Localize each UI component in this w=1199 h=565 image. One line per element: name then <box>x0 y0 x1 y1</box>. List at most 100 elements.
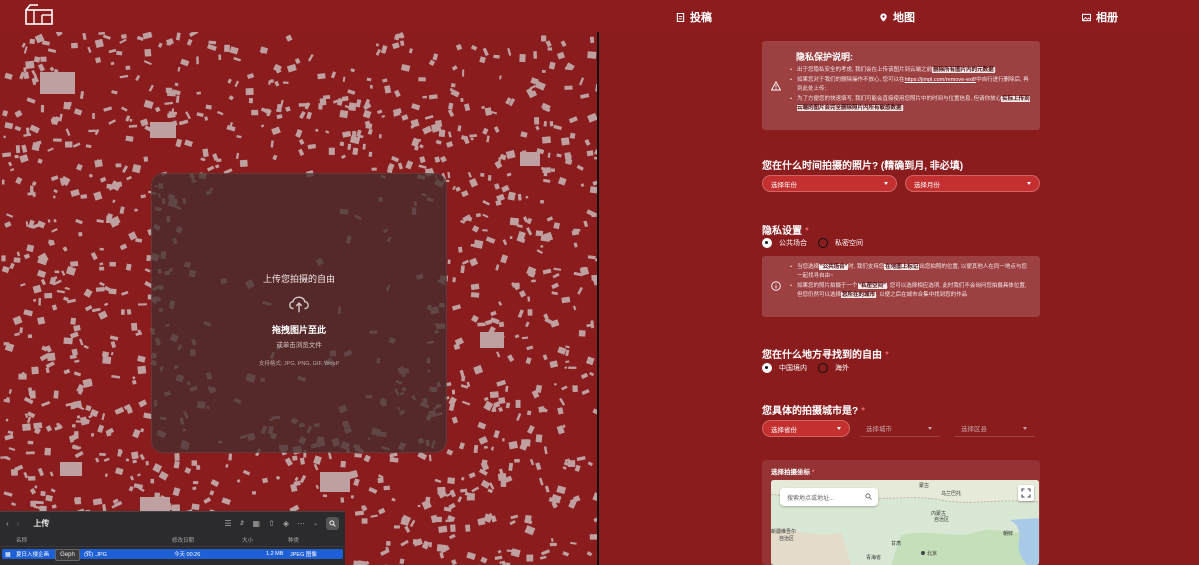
upload-pane: 上传您拍摄的自由 拖拽图片至此 或单击浏览文件 支持格式: JPG, PNG, … <box>0 32 597 565</box>
privacy-notice: 隐私保护说明: 出于您隐私安全的考虑, 我们会在上传该图片到云端之前删除所有图片… <box>762 41 1040 130</box>
nav-album-link[interactable]: 相册 <box>1082 9 1118 25</box>
column-name[interactable]: 名称 <box>16 536 27 544</box>
map-place-label: 甘肃 <box>891 541 902 547</box>
location-question-label: 您在什么地方寻找到的自由 * <box>762 350 889 361</box>
map-place-label: 自治区 <box>779 536 795 542</box>
privacy-list: 出于您隐私安全的考虑, 我们会在上传该图片到云端之前删除所有图片内的元数据; 如… <box>790 66 1032 114</box>
cloud-upload-icon <box>289 296 309 313</box>
grid-view-icon[interactable]: ▦ <box>253 519 261 528</box>
map-place-label: 新疆维吾尔 <box>771 529 797 535</box>
month-select[interactable]: 选择月份 <box>905 175 1040 192</box>
chevron-down-icon <box>928 427 932 430</box>
finder-toolbar: ‹ › 上传 ☰ ⇵ ▦ ⇧ ◈ ⋯ ⌄ <box>0 512 345 534</box>
radio-private[interactable]: 私密空间 <box>818 238 863 248</box>
radio-overseas[interactable]: 海外 <box>818 363 849 373</box>
fullscreen-button[interactable] <box>1018 485 1034 501</box>
share-icon[interactable]: ⇧ <box>268 519 275 528</box>
supported-formats-text: 支持格式: JPG, PNG, GIF, WebP <box>258 361 340 367</box>
search-icon[interactable] <box>326 516 339 530</box>
finder-column-header: 名称 修改日期 大小 种类 <box>0 534 345 547</box>
privacy-item: 为了方便您的快速填写, 我们可能会直接使用您照片中的时间与位置信息, 但请你放心… <box>790 95 1032 113</box>
year-select[interactable]: 选择年份 <box>762 175 897 192</box>
city-select-value: 选择城市 <box>866 426 892 433</box>
time-question-label: 您在什么时间拍摄的照片? (精确到月, 非必填) <box>762 161 964 172</box>
city-question-label: 您具体的拍摄城市是? * <box>762 406 866 417</box>
drag-tooltip: Geph <box>55 549 80 561</box>
privacy-setting-notice: 当您选择"公共场合"时, 我们支持您在地图上标记出您拍照的位置, 以便其他人在同… <box>762 256 1040 317</box>
radio-domestic[interactable]: 中国境内 <box>762 363 807 373</box>
nav-map-link[interactable]: 地图 <box>879 9 915 25</box>
radio-public[interactable]: 公共场合 <box>762 238 807 248</box>
radio-dot <box>818 363 828 373</box>
back-arrow-icon[interactable]: ‹ <box>6 519 9 528</box>
remove-exif-link[interactable]: https://jimpl.com/remove-exif/ <box>905 77 977 83</box>
column-modified[interactable]: 修改日期 <box>172 536 194 544</box>
radio-private-label: 私密空间 <box>835 240 863 247</box>
map-picker-label: 选择拍摄坐标 * <box>771 469 815 476</box>
radio-public-label: 公共场合 <box>779 240 807 247</box>
privacy-setting-item: 如果您的照片拍摄于一个"私密空间", 您可以选择相应选项, 此时我们不会询问您拍… <box>790 282 1032 300</box>
chevron-down-icon <box>1027 182 1031 185</box>
district-select-value: 选择区县 <box>961 426 987 433</box>
month-select-value: 选择月份 <box>914 181 940 189</box>
pane-divider <box>597 32 599 565</box>
district-select[interactable]: 选择区县 <box>955 420 1035 437</box>
radio-dot-selected <box>762 363 772 373</box>
map-pin-icon <box>880 12 887 22</box>
file-name: 夏日入侵企画 <box>16 552 50 558</box>
finder-folder-title: 上传 <box>33 518 50 528</box>
map-search-placeholder: 搜索地点或地址... <box>787 495 835 502</box>
privacy-item: 出于您隐私安全的考虑, 我们会在上传该图片到云端之前删除所有图片内的元数据; <box>790 66 1032 75</box>
coordinate-map[interactable]: 蒙古 乌兰巴托 新疆维吾尔 自治区 青海省 北京 朝鲜 内蒙古 自治区 甘肃 搜… <box>771 480 1039 565</box>
search-icon[interactable] <box>865 493 872 500</box>
column-kind[interactable]: 种类 <box>288 536 299 544</box>
radio-domestic-label: 中国境内 <box>779 365 807 372</box>
browse-files-text[interactable]: 或单击浏览文件 <box>276 339 322 349</box>
file-size: 1.2 MB <box>266 551 284 557</box>
chevron-down-icon <box>1023 427 1027 430</box>
info-icon <box>771 281 781 291</box>
column-size[interactable]: 大小 <box>242 536 253 544</box>
nav-map-label: 地图 <box>893 12 915 24</box>
chevron-updown-icon[interactable]: ⇵ <box>240 520 245 527</box>
privacy-item: 如果您对于我们的删除操作不放心, 您可以在https://jimpl.com/r… <box>790 76 1032 94</box>
upload-dropzone[interactable]: 上传您拍摄的自由 拖拽图片至此 或单击浏览文件 支持格式: JPG, PNG, … <box>151 173 447 453</box>
finder-window: ‹ › 上传 ☰ ⇵ ▦ ⇧ ◈ ⋯ ⌄ 名称 修改日期 大小 种类 ▦ 夏日入… <box>0 511 345 565</box>
map-search-input[interactable]: 搜索地点或地址... <box>780 488 878 506</box>
tag-icon[interactable]: ◈ <box>283 519 289 528</box>
privacy-setting-item: 当您选择"公共场合"时, 我们支持您在地图上标记出您拍照的位置, 以便其他人在同… <box>790 263 1032 281</box>
privacy-setting-label: 隐私设置 * <box>762 226 809 237</box>
file-extension: (转) .JPG <box>84 552 107 558</box>
map-place-label: 蒙古 <box>919 483 930 489</box>
forward-arrow-icon[interactable]: › <box>17 519 20 528</box>
privacy-setting-list: 当您选择"公共场合"时, 我们支持您在地图上标记出您拍照的位置, 以便其他人在同… <box>790 263 1032 301</box>
file-kind: JPEG 图像 <box>290 552 317 558</box>
radio-overseas-label: 海外 <box>835 365 849 372</box>
map-place-label: 乌兰巴托 <box>941 491 962 497</box>
province-select-value: 选择省份 <box>771 426 797 434</box>
fullscreen-icon <box>1021 488 1031 498</box>
upload-title: 上传您拍摄的自由 <box>262 274 335 284</box>
site-logo-icon[interactable] <box>24 4 54 26</box>
map-place-label: 朝鲜 <box>1003 531 1014 537</box>
nav-post-link[interactable]: 投稿 <box>676 9 712 25</box>
chevron-down-icon <box>884 182 888 185</box>
more-actions-icon[interactable]: ⋯ <box>297 519 305 528</box>
warning-icon <box>771 81 781 91</box>
nav-album-label: 相册 <box>1096 12 1118 24</box>
province-select[interactable]: 选择省份 <box>762 420 850 437</box>
map-place-label: 自治区 <box>934 517 950 523</box>
privacy-title: 隐私保护说明: <box>796 52 853 62</box>
city-select[interactable]: 选择城市 <box>860 420 940 437</box>
file-row[interactable]: ▦ 夏日入侵企画 (转) .JPG 今天 00:26 1.2 MB JPEG 图… <box>2 549 343 559</box>
gallery-icon <box>1082 13 1091 21</box>
file-date: 今天 00:26 <box>174 552 201 558</box>
radio-dot-selected <box>762 238 772 248</box>
chevron-down-icon <box>837 427 841 430</box>
list-view-icon[interactable]: ☰ <box>224 519 231 528</box>
chevron-down-icon[interactable]: ⌄ <box>313 520 318 527</box>
year-select-value: 选择年份 <box>771 181 797 189</box>
document-icon <box>676 12 685 22</box>
top-navigation-bar: 投稿 地图 相册 <box>0 0 1199 32</box>
image-file-icon: ▦ <box>5 551 11 558</box>
